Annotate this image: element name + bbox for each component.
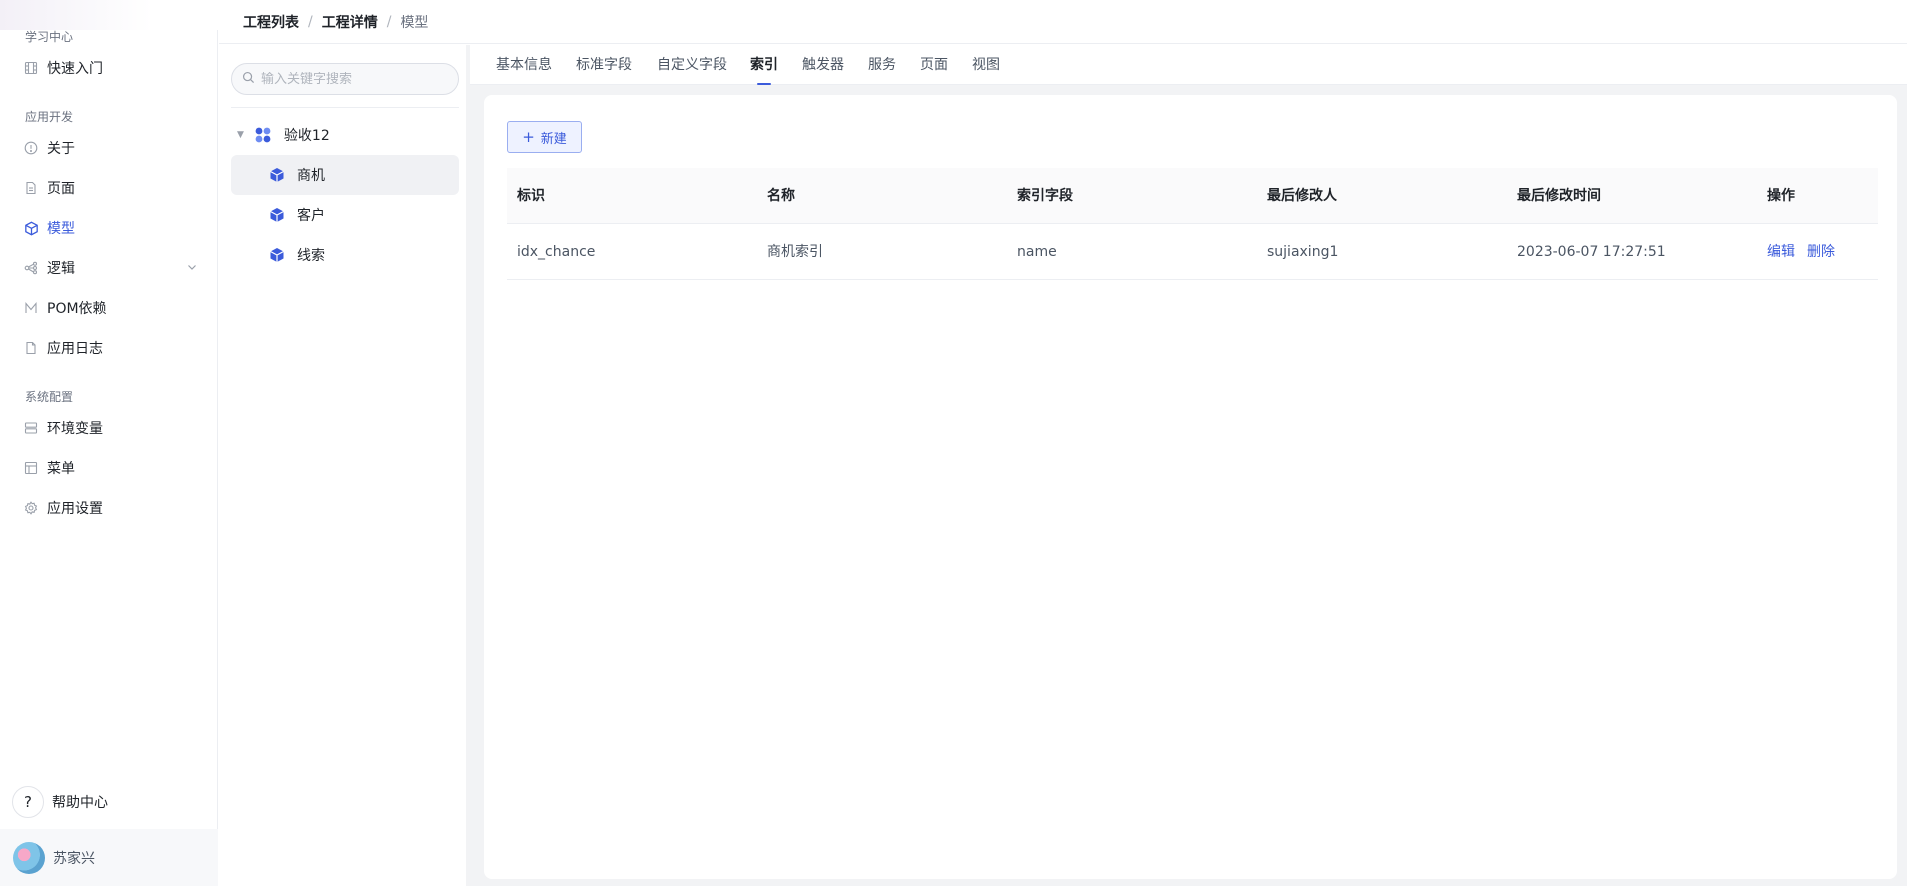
question-icon: ? xyxy=(12,786,44,818)
tree-node-label: 验收12 xyxy=(283,128,330,144)
column-header-actions: 操作 xyxy=(1767,188,1795,204)
index-card: + 新建 标识 名称 索引字段 最后修改人 最后修改时间 操作 idx_chan… xyxy=(484,95,1897,879)
sidebar-item-about[interactable]: 关于 xyxy=(0,130,218,166)
tab-standard-fields[interactable]: 标准字段 xyxy=(576,45,632,85)
user-profile[interactable]: 苏家兴 xyxy=(0,829,218,886)
divider xyxy=(231,107,459,108)
sidebar-item-label: 菜单 xyxy=(47,461,75,477)
sidebar-item-label: 逻辑 xyxy=(47,261,75,277)
tab-pages[interactable]: 页面 xyxy=(920,45,948,85)
avatar xyxy=(13,841,45,874)
help-center-link[interactable]: ? 帮助中心 xyxy=(12,786,108,818)
table-row: idx_chance 商机索引 name sujiaxing1 2023-06-… xyxy=(507,224,1878,280)
sidebar-item-label: POM依赖 xyxy=(47,301,107,317)
sidebar-item-page[interactable]: 页面 xyxy=(0,170,218,206)
tree-search xyxy=(231,63,459,95)
sidebar-item-menu[interactable]: 菜单 xyxy=(0,450,218,486)
model-tabs: 基本信息 标准字段 自定义字段 索引 触发器 服务 页面 视图 xyxy=(470,45,1907,85)
cell-index-fields: name xyxy=(1017,244,1057,260)
plus-icon: + xyxy=(522,127,535,146)
breadcrumb-project-detail[interactable]: 工程详情 xyxy=(322,12,378,32)
tab-triggers[interactable]: 触发器 xyxy=(802,45,844,85)
new-button-label: 新建 xyxy=(540,131,567,147)
breadcrumb-current: 模型 xyxy=(400,14,429,31)
tab-index[interactable]: 索引 xyxy=(750,45,778,85)
sidebar-item-logic[interactable]: 逻辑 xyxy=(0,250,218,286)
sidebar-item-pom[interactable]: POM依赖 xyxy=(0,290,218,326)
main-content: 基本信息 标准字段 自定义字段 索引 触发器 服务 页面 视图 + 新建 标识 … xyxy=(470,45,1907,886)
server-icon xyxy=(23,420,39,436)
tab-custom-fields[interactable]: 自定义字段 xyxy=(657,45,727,85)
document-icon xyxy=(23,180,39,196)
caret-down-icon[interactable]: ▼ xyxy=(237,130,244,140)
sidebar-item-label: 快速入门 xyxy=(47,61,103,77)
cell-name: 商机索引 xyxy=(767,244,823,260)
cube-icon xyxy=(269,207,285,223)
delete-link[interactable]: 删除 xyxy=(1807,244,1835,260)
tree-node-root[interactable]: ▼ 验收12 xyxy=(231,115,459,155)
sidebar-item-label: 页面 xyxy=(47,181,75,197)
app-group-icon xyxy=(254,126,272,144)
column-header-id: 标识 xyxy=(517,188,545,204)
sidebar-item-model[interactable]: 模型 xyxy=(0,210,218,246)
log-file-icon xyxy=(23,340,39,356)
index-table: 标识 名称 索引字段 最后修改人 最后修改时间 操作 idx_chance 商机… xyxy=(507,168,1878,280)
cube-icon xyxy=(23,220,39,236)
breadcrumb-separator: / xyxy=(386,13,392,30)
sidebar-decoration xyxy=(0,0,218,30)
breadcrumb-project-list[interactable]: 工程列表 xyxy=(243,12,299,32)
tab-basic-info[interactable]: 基本信息 xyxy=(496,45,552,85)
sidebar-item-quick-start[interactable]: 快速入门 xyxy=(0,50,218,86)
tab-views[interactable]: 视图 xyxy=(972,45,1000,85)
nav-group-app-dev: 应用开发 xyxy=(25,110,74,124)
info-icon xyxy=(23,140,39,156)
cell-actions: 编辑 删除 xyxy=(1767,224,1847,280)
layout-icon xyxy=(23,460,39,476)
cell-modifier: sujiaxing1 xyxy=(1267,244,1339,260)
flow-icon xyxy=(23,260,39,276)
search-input[interactable] xyxy=(261,71,451,87)
gear-icon xyxy=(23,500,39,516)
chevron-down-icon[interactable] xyxy=(186,261,198,277)
breadcrumb-separator: / xyxy=(308,13,313,30)
column-header-index-fields: 索引字段 xyxy=(1017,188,1073,204)
tree-node-label: 客户 xyxy=(297,208,325,224)
nav-group-sys-config: 系统配置 xyxy=(25,390,74,404)
column-header-name: 名称 xyxy=(767,188,795,204)
sidebar-item-app-log[interactable]: 应用日志 xyxy=(0,330,218,366)
model-tree-panel: ▼ 验收12 商机 客户 线索 xyxy=(219,45,469,886)
tree-node-opportunity[interactable]: 商机 xyxy=(231,155,459,195)
film-icon xyxy=(23,60,39,76)
sidebar-item-label: 环境变量 xyxy=(47,421,103,437)
sidebar-item-label: 应用日志 xyxy=(47,341,103,357)
user-name: 苏家兴 xyxy=(53,850,95,867)
nav-group-learning: 学习中心 xyxy=(25,30,74,44)
sidebar-item-label: 关于 xyxy=(47,141,75,157)
table-header-row: 标识 名称 索引字段 最后修改人 最后修改时间 操作 xyxy=(507,168,1878,224)
cube-icon xyxy=(269,167,285,183)
tree-node-customer[interactable]: 客户 xyxy=(231,195,459,235)
sidebar-item-env-vars[interactable]: 环境变量 xyxy=(0,410,218,446)
cube-icon xyxy=(269,247,285,263)
tree-node-lead[interactable]: 线索 xyxy=(231,235,459,275)
column-header-modified-time: 最后修改时间 xyxy=(1517,188,1601,204)
sidebar-item-label: 模型 xyxy=(47,221,75,237)
sidebar: 学习中心 快速入门 应用开发 关于 页面 模型 逻辑 POM依赖 应用日志 系统… xyxy=(0,0,218,886)
sidebar-item-app-settings[interactable]: 应用设置 xyxy=(0,490,218,526)
tab-services[interactable]: 服务 xyxy=(868,45,896,85)
edit-link[interactable]: 编辑 xyxy=(1767,244,1795,260)
tree-node-label: 线索 xyxy=(297,248,325,264)
cell-modified-time: 2023-06-07 17:27:51 xyxy=(1517,244,1666,260)
new-index-button[interactable]: + 新建 xyxy=(507,121,582,153)
cell-id: idx_chance xyxy=(517,244,596,260)
column-header-modifier: 最后修改人 xyxy=(1267,188,1337,204)
sidebar-item-label: 应用设置 xyxy=(47,501,103,517)
tree-node-label: 商机 xyxy=(297,168,325,184)
breadcrumb: 工程列表 / 工程详情 / 模型 xyxy=(219,0,1907,44)
help-center-label: 帮助中心 xyxy=(52,795,108,811)
search-icon xyxy=(242,71,255,88)
m-letter-icon xyxy=(23,300,39,316)
